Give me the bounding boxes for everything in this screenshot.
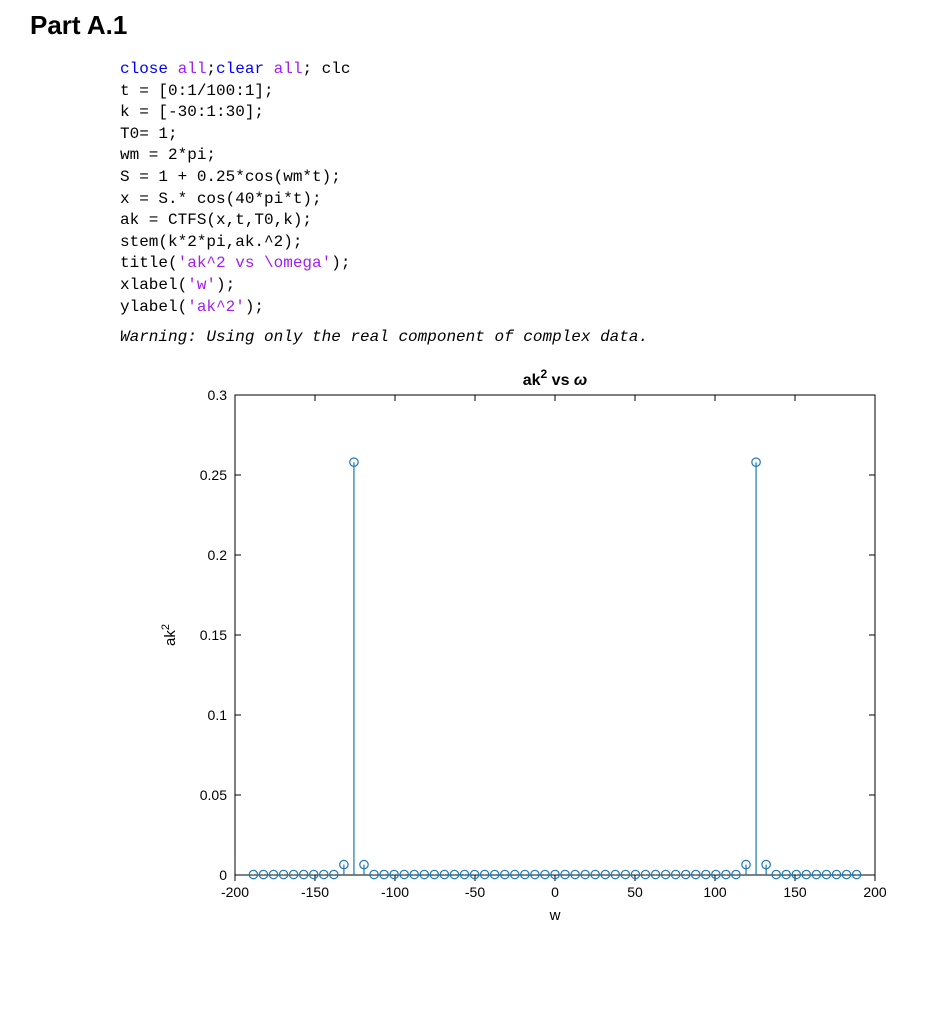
code-token: k = [-30:1:30]; [120, 103, 264, 121]
x-tick-label: -200 [221, 884, 249, 900]
code-token: 'ak^2' [187, 298, 245, 316]
code-token: close [120, 60, 178, 78]
code-token: all [178, 60, 207, 78]
y-tick-label: 0.05 [200, 787, 227, 803]
code-token: x = S.* cos(40*pi*t); [120, 190, 322, 208]
x-tick-label: -100 [381, 884, 409, 900]
y-tick-label: 0.15 [200, 627, 227, 643]
code-token: xlabel( [120, 276, 187, 294]
x-tick-label: 100 [703, 884, 727, 900]
x-axis-label: w [549, 907, 561, 924]
x-tick-label: 0 [551, 884, 559, 900]
x-tick-label: -50 [465, 884, 485, 900]
code-token: 'w' [187, 276, 216, 294]
code-token: ); [331, 254, 350, 272]
y-axis-label: ak2 [160, 624, 179, 646]
code-token: ak = CTFS(x,t,T0,k); [120, 211, 312, 229]
x-tick-label: 150 [783, 884, 807, 900]
code-token: T0= 1; [120, 125, 178, 143]
stem-chart: -200 -150 -100 -50 0 50 100 150 200 0 0.05 0.1 0.15 0… [155, 360, 895, 930]
matlab-code-block: close all;clear all; clc t = [0:1/100:1]… [120, 59, 906, 318]
code-token: t = [0:1/100:1]; [120, 82, 274, 100]
code-token: wm = 2*pi; [120, 146, 216, 164]
code-token: ; [206, 60, 216, 78]
code-token: all [274, 60, 303, 78]
code-token: stem(k*2*pi,ak.^2); [120, 233, 302, 251]
code-token: ylabel( [120, 298, 187, 316]
x-tick-label: 50 [627, 884, 643, 900]
code-token: S = 1 + 0.25*cos(wm*t); [120, 168, 341, 186]
section-heading: Part A.1 [30, 10, 906, 41]
chart-container: -200 -150 -100 -50 0 50 100 150 200 0 0.05 0.1 0.15 0… [155, 360, 906, 930]
code-token: ); [245, 298, 264, 316]
y-tick-label: 0.1 [208, 707, 228, 723]
y-tick-label: 0.3 [208, 387, 228, 403]
y-tick-label: 0.25 [200, 467, 227, 483]
code-token: title( [120, 254, 178, 272]
code-token: 'ak^2 vs \omega' [178, 254, 332, 272]
y-tick-label: 0.2 [208, 547, 228, 563]
code-token: ; clc [302, 60, 350, 78]
chart-title: ak2 vs ω [523, 367, 588, 389]
code-token: clear [216, 60, 274, 78]
x-tick-label: 200 [863, 884, 887, 900]
y-tick-label: 0 [219, 867, 227, 883]
document-page: Part A.1 close all;clear all; clc t = [0… [0, 0, 936, 970]
code-token: ); [216, 276, 235, 294]
matlab-warning: Warning: Using only the real component o… [120, 328, 906, 346]
x-tick-label: -150 [301, 884, 329, 900]
